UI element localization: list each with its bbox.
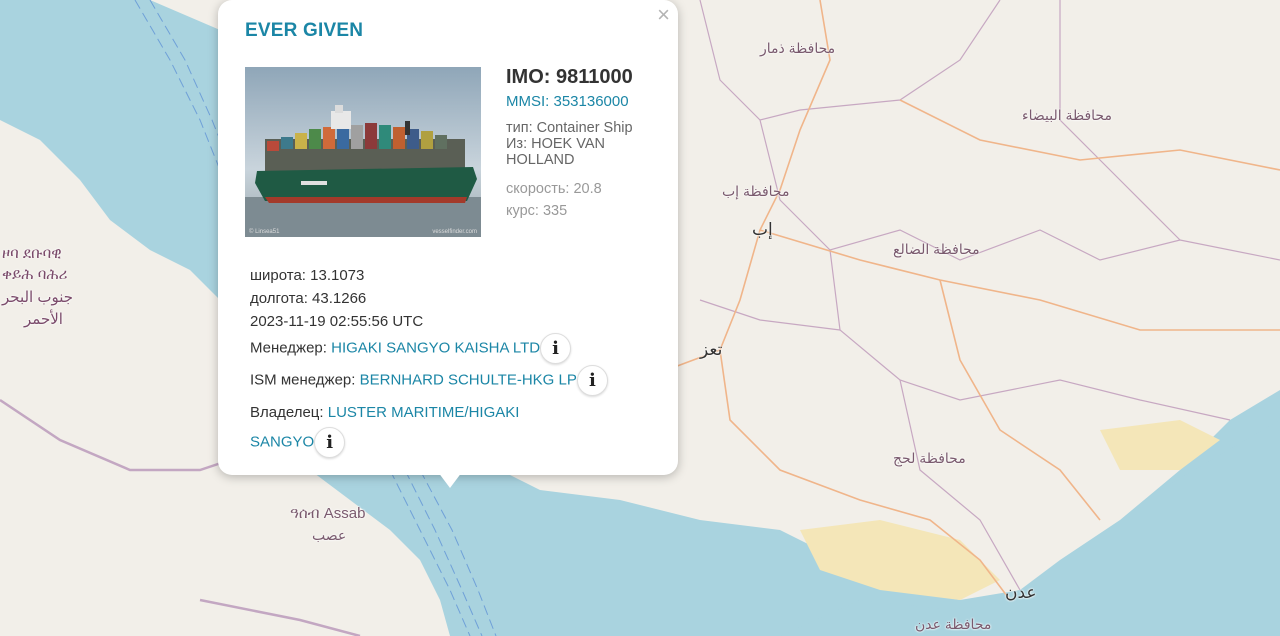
ship-photo[interactable]: © Linsea51 vesselfinder.com <box>245 67 481 237</box>
manager-label: Менеджер: <box>250 339 327 357</box>
longitude: долгота: 43.1266 <box>250 290 367 307</box>
ship-info-popup: × EVER GIVEN © Linsea51 vesselfinder.com… <box>218 0 678 475</box>
label-aden-governorate: محافظة عدن <box>915 616 992 632</box>
manager-link[interactable]: HIGAKI SANGYO KAISHA LTD <box>331 339 540 356</box>
label-ibb-governorate: محافظة إب <box>722 183 790 199</box>
label-eritrea-region-4: الأحمر <box>24 311 63 328</box>
close-icon[interactable]: × <box>657 4 670 26</box>
ship-origin: Из: HOEK VAN HOLLAND <box>506 136 605 168</box>
popup-pointer <box>438 472 462 488</box>
label-eritrea-region-2: ቀይሕ ባሕሪ <box>2 266 68 283</box>
owner-label: Владелец: <box>250 404 324 421</box>
label-ibb: إب <box>752 220 773 239</box>
position-block: широта: 13.1073 долгота: 43.1266 2023-11… <box>250 264 423 333</box>
position-timestamp: 2023-11-19 02:55:56 UTC <box>250 313 424 330</box>
shipping-lane <box>134 0 221 171</box>
ship-course: курс: 335 <box>506 203 568 219</box>
label-dhamar: محافظة ذمار <box>760 40 836 56</box>
ship-speed: скорость: 20.8 <box>506 181 602 197</box>
label-dhale: محافظة الضالع <box>893 241 980 257</box>
label-assab-arabic: عصب <box>312 527 347 543</box>
photo-credit-left: © Linsea51 <box>249 229 280 235</box>
owner-info-icon[interactable]: i <box>314 427 346 458</box>
ship-photo-image <box>245 67 481 237</box>
latitude: широта: 13.1073 <box>250 267 365 284</box>
label-taiz: تعز <box>700 340 723 359</box>
owner-link[interactable]: LUSTER MARITIME/HIGAKI <box>328 404 520 421</box>
ism-manager-link[interactable]: BERNHARD SCHULTE-HKG LP <box>360 371 577 388</box>
ism-manager-info-icon[interactable]: i <box>576 365 608 396</box>
mmsi-link[interactable]: MMSI: 353136000 <box>506 93 666 110</box>
label-eritrea-region-1: ዞባ ደቡባዊ <box>2 245 62 262</box>
ship-type: тип: Container Ship <box>506 120 633 136</box>
manager-info-icon[interactable]: i <box>540 333 572 364</box>
ism-manager-label: ISM менеджер: <box>250 371 356 389</box>
label-bayda: محافظة البيضاء <box>1022 107 1112 123</box>
imo-number: IMO: 9811000 <box>506 66 633 88</box>
label-assab: ዓሰብ Assab <box>290 505 366 522</box>
ship-name-title[interactable]: EVER GIVEN <box>245 20 363 42</box>
label-aden: عدن <box>1005 583 1037 602</box>
owner-link-continued[interactable]: SANGYO <box>250 433 314 450</box>
photo-credit-right: vesselfinder.com <box>432 229 477 235</box>
label-lahij: محافظة لحج <box>893 450 966 466</box>
manager-row: Менеджер: HIGAKI SANGYO KAISHA LTD i <box>250 333 572 364</box>
ship-details: IMO: 9811000 MMSI: 353136000 тип: Contai… <box>506 66 666 222</box>
label-eritrea-region-3: جنوب البحر <box>2 289 74 306</box>
ism-manager-row: ISM менеджер: BERNHARD SCHULTE-HKG LP i <box>250 365 608 396</box>
owner-row: Владелец: LUSTER MARITIME/HIGAKI SANGYO i <box>250 399 519 458</box>
